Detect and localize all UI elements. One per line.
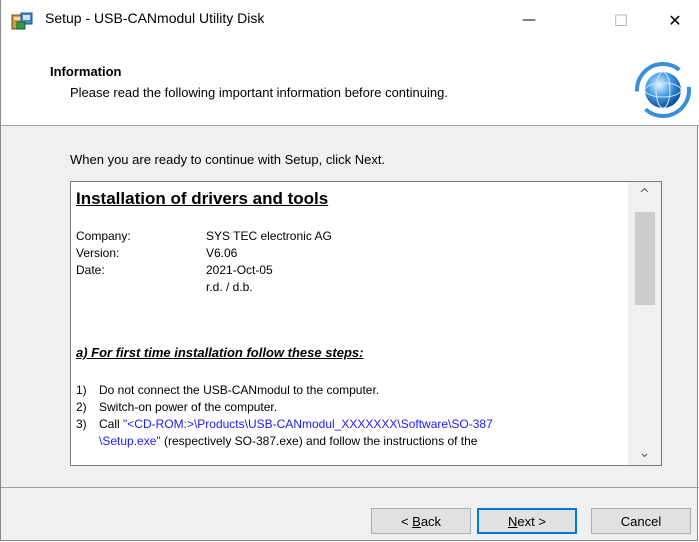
info-label: Version:: [76, 246, 120, 260]
back-prefix: <: [400, 513, 413, 529]
footer-divider: [1, 487, 699, 488]
scroll-down-button[interactable]: ⌄: [628, 441, 661, 465]
step-text: \Setup.exe" (respectively SO-387.exe) an…: [99, 434, 477, 448]
step-text-prefix: Call: [99, 417, 124, 431]
info-value: SYS TEC electronic AG: [206, 229, 332, 243]
page-subtitle: Please read the following important info…: [70, 85, 448, 100]
minimize-button[interactable]: —: [506, 0, 552, 40]
instruction-text: When you are ready to continue with Setu…: [70, 152, 386, 167]
info-value: V6.06: [206, 246, 238, 260]
next-button[interactable]: Next >: [477, 508, 577, 534]
chevron-up-icon: ^: [639, 186, 650, 202]
step-text-suffix: (respectively SO-387.exe) and follow the…: [160, 434, 478, 448]
scroll-up-button[interactable]: ^: [628, 182, 661, 206]
setup-app-icon: [11, 12, 33, 30]
info-value: r.d. / d.b.: [206, 280, 253, 294]
minimize-icon: —: [522, 12, 536, 28]
setup-window: Setup - USB-CANmodul Utility Disk — ☐ ✕ …: [0, 0, 699, 541]
info-value: 2021-Oct-05: [206, 263, 273, 277]
software-path: "<CD-ROM:>\Products\USB-CANmodul_XXXXXXX…: [123, 417, 493, 431]
next-accelerator: N: [508, 513, 518, 529]
info-label: Company:: [76, 229, 131, 243]
cancel-button[interactable]: Cancel: [591, 508, 691, 534]
step-text: Call "<CD-ROM:>\Products\USB-CANmodul_XX…: [99, 417, 493, 431]
step-text: Do not connect the USB-CANmodul to the c…: [99, 383, 380, 397]
step-text: Switch-on power of the computer.: [99, 400, 278, 414]
step-number: 1): [76, 383, 87, 397]
chevron-down-icon: ⌄: [638, 445, 651, 461]
setup-globe-icon: [635, 62, 691, 118]
maximize-icon: ☐: [613, 10, 629, 30]
back-accelerator: B: [412, 513, 421, 529]
title-bar[interactable]: Setup - USB-CANmodul Utility Disk — ☐ ✕: [1, 0, 699, 40]
information-memo[interactable]: Installation of drivers and tools Compan…: [70, 181, 662, 466]
next-label-rest: ext >: [517, 513, 546, 529]
section-heading: a) For first time installation follow th…: [76, 345, 364, 360]
window-title: Setup - USB-CANmodul Utility Disk: [45, 10, 265, 26]
software-path-cont: \Setup.exe": [99, 434, 161, 448]
step-number: 2): [76, 400, 87, 414]
close-icon: ✕: [668, 10, 682, 30]
maximize-button[interactable]: ☐: [598, 0, 644, 40]
step-number: 3): [76, 417, 87, 431]
info-label: Date:: [76, 263, 105, 277]
back-button[interactable]: < Back: [371, 508, 471, 534]
vertical-scrollbar[interactable]: ^ ⌄: [628, 182, 661, 465]
memo-content: Installation of drivers and tools Compan…: [71, 182, 628, 465]
back-label-rest: ack: [420, 513, 442, 529]
close-button[interactable]: ✕: [652, 0, 698, 40]
document-title: Installation of drivers and tools: [76, 189, 329, 208]
scrollbar-thumb[interactable]: [635, 212, 655, 305]
wizard-header: Information Please read the following im…: [1, 40, 699, 126]
page-title: Information: [50, 64, 122, 79]
